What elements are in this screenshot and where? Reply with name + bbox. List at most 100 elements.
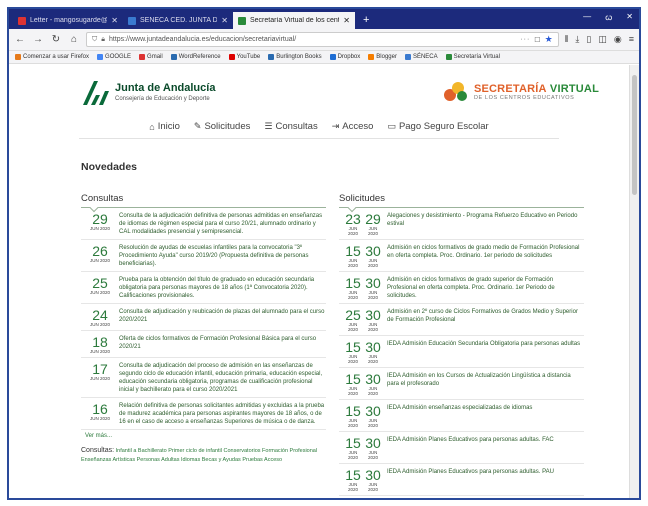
consultas-links-text[interactable]: Infantil a Bachillerato Primer ciclo de … xyxy=(81,448,317,463)
bookmark-item[interactable]: Comenzar a usar Firefox xyxy=(15,54,89,60)
browser-tab-gmail[interactable]: Letter - mangosugarde@gm ✕ xyxy=(13,12,123,29)
solicitud-item[interactable]: 15 JUN 2020 30 JUN 2020 IEDA Admisión Planes… xyxy=(339,464,584,496)
nav-pago-seguro[interactable]: ▭ Pago Seguro Escolar xyxy=(387,121,488,132)
solicitud-text[interactable]: Alegaciones y desistimiento - Programa R… xyxy=(387,212,584,228)
forward-icon[interactable]: → xyxy=(32,34,44,45)
bookmark-star-icon[interactable]: ★ xyxy=(545,34,553,45)
close-tab-icon[interactable]: ✕ xyxy=(111,16,118,25)
secretaria-virtual-logo[interactable]: SECRETARÍA VIRTUAL DE LOS CENTROS EDUCAT… xyxy=(442,81,599,103)
consulta-item[interactable]: 29 JUN 2020 Consulta de la adjudicación de… xyxy=(81,208,326,240)
bookmark-item[interactable]: Burlington Books xyxy=(268,54,322,60)
browser-tab-secretaria[interactable]: Secretaría Virtual de los centros ✕ xyxy=(233,12,355,29)
nav-consultas[interactable]: ☰ Consultas xyxy=(264,121,317,132)
consulta-item[interactable]: 25 JUN 2020 Prueba para la obtención del t… xyxy=(81,272,326,304)
close-tab-icon[interactable]: ✕ xyxy=(343,16,350,25)
solicitud-item[interactable]: 15 JUN 2020 30 JUN 2020 Admisión en ciclos f… xyxy=(339,240,584,272)
consulta-text[interactable]: Resolución de ayudas de escuelas infanti… xyxy=(119,244,326,268)
solicitud-text[interactable]: IEDA Admisión Planes Educativos para per… xyxy=(387,468,584,476)
date-month: JUN 2020 xyxy=(347,290,358,300)
nav-solicitudes[interactable]: ✎ Solicitudes xyxy=(194,121,251,132)
date-day: 30 xyxy=(365,339,381,355)
consultas-title: Consultas xyxy=(81,193,124,204)
end-date: 30 JUN 2020 xyxy=(365,468,381,492)
consulta-text[interactable]: Oferta de ciclos formativos de Formación… xyxy=(119,335,326,351)
consulta-item[interactable]: 16 JUN 2020 Relación definitiva de persona… xyxy=(81,398,326,430)
consulta-text[interactable]: Prueba para la obtención del título de g… xyxy=(119,276,326,300)
consulta-item[interactable]: 26 JUN 2020 Resolución de ayudas de escuel… xyxy=(81,240,326,272)
solicitud-item[interactable]: 25 JUN 2020 30 JUN 2020 Admisión en 2º curso… xyxy=(339,304,584,336)
consulta-text[interactable]: Consulta de adjudicación y reubicación d… xyxy=(119,308,326,324)
consulta-item[interactable]: 17 JUN 2020 Consulta de adjudicación del p… xyxy=(81,358,326,398)
nav-label: Solicitudes xyxy=(204,121,251,132)
date-day: 26 xyxy=(92,243,108,259)
bookmark-item[interactable]: Blogger xyxy=(368,54,397,60)
back-icon[interactable]: ← xyxy=(14,34,26,45)
date-range: 15 JUN 2020 30 JUN 2020 xyxy=(345,436,381,460)
consulta-text[interactable]: Consulta de la adjudicación definitiva d… xyxy=(119,212,326,236)
bookmark-item[interactable]: Dropbox xyxy=(329,54,360,60)
close-tab-icon[interactable]: ✕ xyxy=(221,16,228,25)
bookmark-item[interactable]: GOOGLE xyxy=(97,54,131,60)
date-day: 15 xyxy=(345,467,361,483)
solicitud-text[interactable]: IEDA Admisión enseñanzas especializadas … xyxy=(387,404,584,412)
consulta-item[interactable]: 24 JUN 2020 Consulta de adjudicación y reu… xyxy=(81,304,326,331)
new-tab-button[interactable]: + xyxy=(355,12,377,29)
seneca-icon xyxy=(128,16,136,25)
section-title: Novedades xyxy=(81,161,138,173)
restore-icon[interactable]: ꞷ xyxy=(605,12,612,23)
bookmark-icon xyxy=(368,54,375,60)
date-day: 24 xyxy=(92,307,108,323)
solicitud-item[interactable]: 15 JUN 2020 30 JUN 2020 IEDA Admisión enseña… xyxy=(339,400,584,432)
nav-label: Inicio xyxy=(157,121,180,132)
minimize-icon[interactable]: — xyxy=(583,12,591,23)
solicitud-item[interactable]: 15 JUN 2020 30 JUN 2020 Admisión en ciclos f… xyxy=(339,272,584,304)
solicitud-text[interactable]: Admisión en ciclos formativos de grado m… xyxy=(387,244,584,260)
solicitud-text[interactable]: Admisión en 2º curso de Ciclos Formativo… xyxy=(387,308,584,324)
download-icon[interactable]: ⤓ xyxy=(575,34,579,45)
close-window-icon[interactable]: ✕ xyxy=(626,12,633,23)
bookmark-label: Comenzar a usar Firefox xyxy=(23,54,90,60)
date-range: 15 JUN 2020 30 JUN 2020 xyxy=(345,372,381,396)
page-scrollbar[interactable] xyxy=(629,65,639,498)
bookmark-item[interactable]: WordReference xyxy=(170,54,221,60)
end-date: 29 JUN 2020 xyxy=(365,212,381,236)
junta-logo[interactable]: Junta de Andalucía Consejería de Educaci… xyxy=(79,77,215,107)
consulta-text[interactable]: Relación definitiva de personas solicita… xyxy=(119,402,326,426)
solicitud-item[interactable]: 15 JUN 2020 30 JUN 2020 IEDA Admisión Planes… xyxy=(339,432,584,464)
solicitud-item[interactable]: 15 JUN 2020 30 JUN 2020 IEDA Admisión en los… xyxy=(339,368,584,400)
library-icon[interactable]: ⫴ xyxy=(565,34,569,45)
solicitud-item[interactable]: 15 JUN 2020 30 JUN 2020 IEDA Admisión Educac… xyxy=(339,336,584,368)
solicitud-text[interactable]: IEDA Admisión Planes Educativos para per… xyxy=(387,436,584,444)
date-day: 30 xyxy=(365,307,381,323)
solicitud-text[interactable]: Admisión en ciclos formativos de grado s… xyxy=(387,276,584,300)
bookmark-item[interactable]: SÉNECA xyxy=(404,54,438,60)
bookmark-item[interactable]: Secretaría Virtual xyxy=(445,54,500,60)
solicitud-text[interactable]: IEDA Admisión en los Cursos de Actualiza… xyxy=(387,372,584,388)
start-date: 15 JUN 2020 xyxy=(345,372,361,396)
account-icon[interactable]: ◉ xyxy=(614,34,622,45)
nav-acceso[interactable]: ⇥ Acceso xyxy=(332,121,374,132)
consulta-text[interactable]: Consulta de adjudicación del proceso de … xyxy=(119,362,326,394)
tab-title: SÉNECA CED. JUNTA DE ANDA xyxy=(140,17,218,24)
menu-icon[interactable]: ≡ xyxy=(629,34,634,45)
reload-icon[interactable]: ↻ xyxy=(50,34,62,45)
ver-mas-link[interactable]: Ver más... xyxy=(81,430,326,442)
pocket-icon[interactable]: ☐ xyxy=(534,36,540,44)
solicitud-text[interactable]: IEDA Admisión Educación Secundaria Oblig… xyxy=(387,340,584,348)
end-date: 30 JUN 2020 xyxy=(365,308,381,332)
home-icon[interactable]: ⌂ xyxy=(68,34,80,45)
consultas-heading: Consultas xyxy=(81,193,326,213)
bookmark-item[interactable]: YouTube xyxy=(228,54,260,60)
scroll-thumb[interactable] xyxy=(632,75,637,195)
bookmark-item[interactable]: Gmail xyxy=(139,54,163,60)
browser-tab-seneca[interactable]: SÉNECA CED. JUNTA DE ANDA ✕ xyxy=(123,12,233,29)
date-badge: 25 JUN 2020 xyxy=(87,276,113,295)
nav-inicio[interactable]: ⌂ Inicio xyxy=(149,121,180,132)
page-actions-icon[interactable]: ··· xyxy=(520,36,530,43)
consulta-item[interactable]: 18 JUN 2020 Oferta de ciclos formativos de… xyxy=(81,331,326,358)
sidebar-icon[interactable]: ▯ xyxy=(586,34,591,45)
solicitud-item[interactable]: 23 JUN 2020 29 JUN 2020 Alegaciones y desist… xyxy=(339,208,584,240)
screenshot-icon[interactable]: ◫ xyxy=(598,34,607,45)
date-month: JUN 2020 xyxy=(89,226,110,231)
address-bar[interactable]: ⛉ 🔒︎ https://www.juntadeandalucia.es/edu… xyxy=(86,32,559,47)
